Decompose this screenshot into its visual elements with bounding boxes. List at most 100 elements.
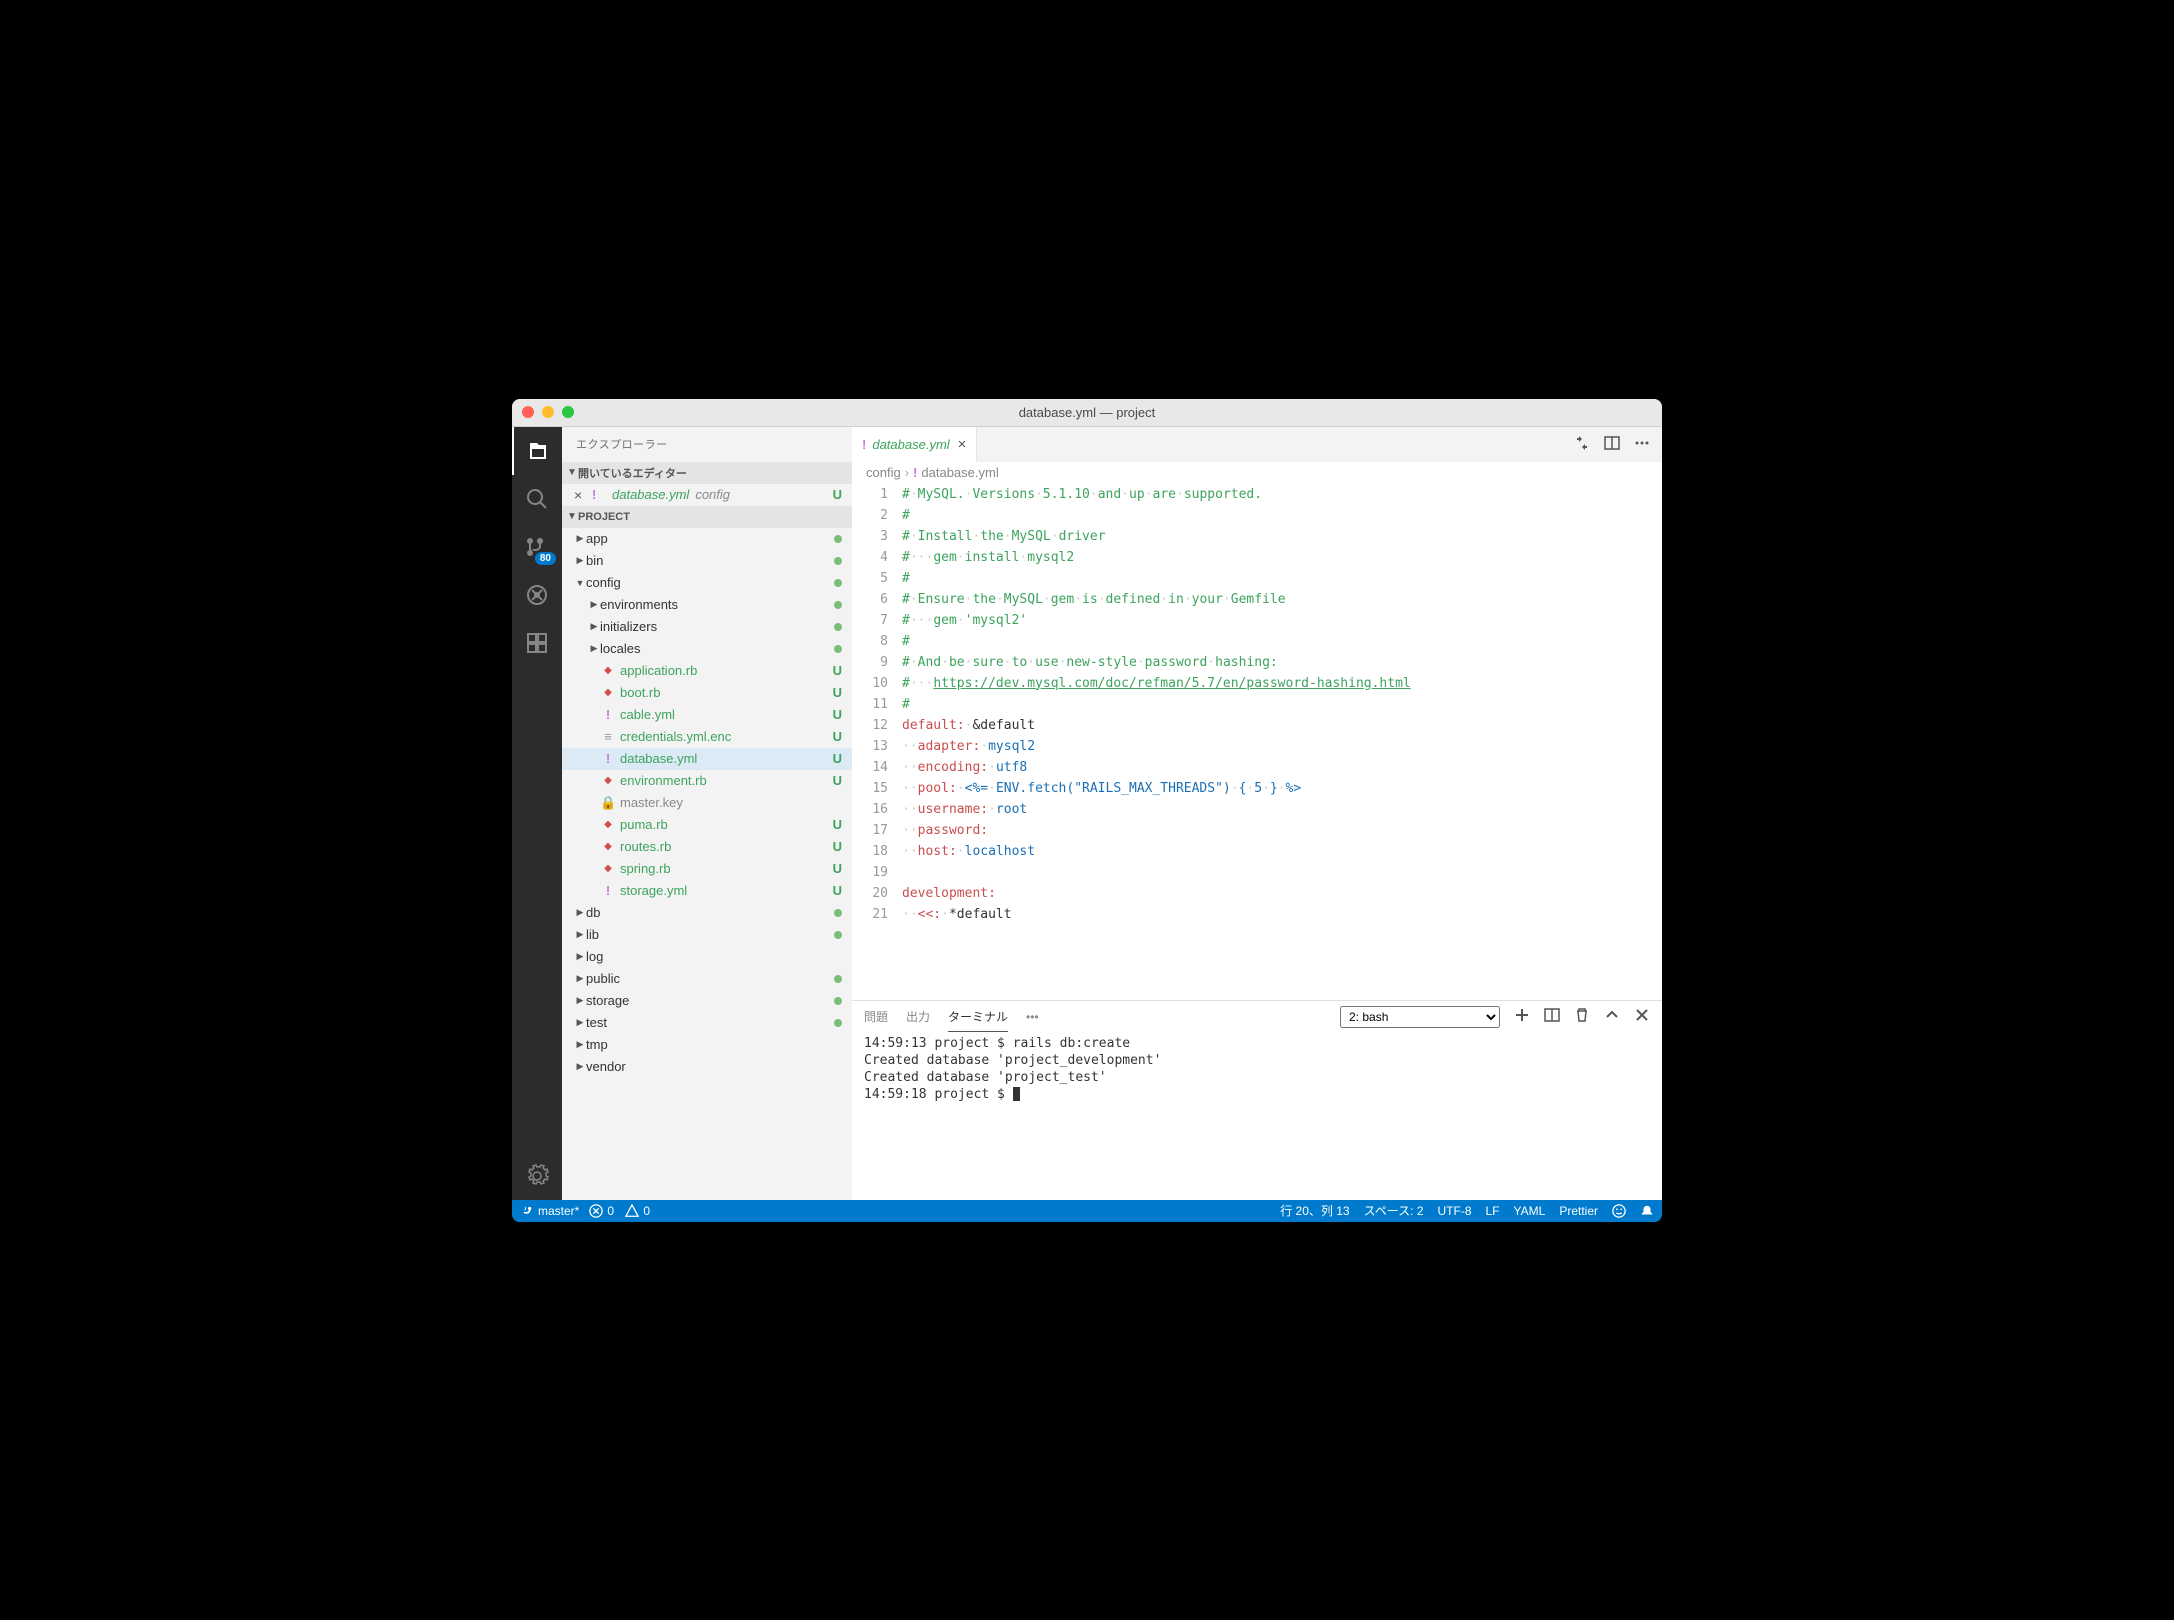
file-tree: ▶app ▶bin ▼config ▶environments ▶initial… (562, 528, 852, 1200)
maximize-panel-icon[interactable] (1604, 1007, 1620, 1026)
gutter: 123456789101112131415161718192021 (852, 484, 902, 1000)
folder-tmp[interactable]: ▶tmp (562, 1034, 852, 1056)
git-status: U (833, 817, 842, 832)
close-panel-icon[interactable] (1634, 1007, 1650, 1026)
file-boot-rb[interactable]: ◆boot.rbU (562, 682, 852, 704)
close-window[interactable] (522, 406, 534, 418)
cursor-position[interactable]: 行 20、列 13 (1280, 1202, 1349, 1219)
code-area[interactable]: #·MySQL.·Versions·5.1.10·and·up·are·supp… (902, 484, 1662, 1000)
git-dot (834, 579, 842, 587)
more-icon[interactable] (1634, 435, 1650, 454)
git-status: U (833, 663, 842, 678)
ruby-file-icon: ◆ (600, 665, 616, 676)
breadcrumb[interactable]: config › ! database.yml (852, 462, 1662, 484)
tab-database-yml[interactable]: ! database.yml × (852, 427, 977, 462)
file-environment-rb[interactable]: ◆environment.rbU (562, 770, 852, 792)
debug-icon[interactable] (512, 571, 562, 619)
git-status: U (833, 487, 842, 502)
file-puma-rb[interactable]: ◆puma.rbU (562, 814, 852, 836)
new-terminal-icon[interactable] (1514, 1007, 1530, 1026)
folder-locales[interactable]: ▶locales (562, 638, 852, 660)
compare-icon[interactable] (1574, 435, 1590, 454)
tab-label: database.yml (872, 437, 949, 452)
folder-public[interactable]: ▶public (562, 968, 852, 990)
project-header[interactable]: ▼PROJECT (562, 506, 852, 528)
git-dot (834, 975, 842, 983)
search-icon[interactable] (512, 475, 562, 523)
breadcrumb-file: database.yml (921, 465, 998, 480)
git-status: U (833, 751, 842, 766)
editor[interactable]: 123456789101112131415161718192021 #·MySQ… (852, 484, 1662, 1000)
file-master-key[interactable]: 🔒master.key (562, 792, 852, 814)
git-status: U (833, 773, 842, 788)
git-status: U (833, 729, 842, 744)
tab-actions (1574, 427, 1662, 462)
folder-bin[interactable]: ▶bin (562, 550, 852, 572)
problems-status[interactable]: 0 0 (589, 1204, 650, 1218)
folder-lib[interactable]: ▶lib (562, 924, 852, 946)
feedback-icon[interactable] (1612, 1204, 1626, 1218)
language-mode[interactable]: YAML (1514, 1204, 1546, 1218)
folder-storage[interactable]: ▶storage (562, 990, 852, 1012)
close-tab-icon[interactable]: × (958, 436, 967, 453)
open-editor-item[interactable]: × ! database.yml config U (562, 484, 852, 506)
folder-db[interactable]: ▶db (562, 902, 852, 924)
maximize-window[interactable] (562, 406, 574, 418)
source-control-icon[interactable]: 80 (512, 523, 562, 571)
git-dot (834, 601, 842, 609)
git-status: U (833, 707, 842, 722)
git-dot (834, 1019, 842, 1027)
file-spring-rb[interactable]: ◆spring.rbU (562, 858, 852, 880)
tab-problems[interactable]: 問題 (864, 1002, 888, 1031)
git-dot (834, 623, 842, 631)
close-icon[interactable]: × (574, 487, 592, 503)
folder-test[interactable]: ▶test (562, 1012, 852, 1034)
open-editor-path: config (695, 487, 730, 502)
eol[interactable]: LF (1486, 1204, 1500, 1218)
folder-vendor[interactable]: ▶vendor (562, 1056, 852, 1078)
folder-app[interactable]: ▶app (562, 528, 852, 550)
folder-environments[interactable]: ▶environments (562, 594, 852, 616)
yaml-file-icon: ! (600, 707, 616, 722)
activity-bar: 80 (512, 427, 562, 1200)
terminal-content[interactable]: 14:59:13 project $ rails db:create Creat… (852, 1033, 1662, 1200)
git-dot (834, 535, 842, 543)
git-branch[interactable]: master* (520, 1204, 579, 1218)
tab-output[interactable]: 出力 (906, 1002, 930, 1031)
git-status: U (833, 685, 842, 700)
file-credentials[interactable]: ≡credentials.yml.encU (562, 726, 852, 748)
file-database-yml[interactable]: !database.ymlU (562, 748, 852, 770)
split-editor-icon[interactable] (1604, 435, 1620, 454)
content: 80 エクスプローラー ▼開いているエディター × ! database.yml (512, 427, 1662, 1200)
main: ! database.yml × config › ! database.yml… (852, 427, 1662, 1200)
more-icon[interactable]: ••• (1026, 1004, 1039, 1030)
formatter[interactable]: Prettier (1559, 1204, 1598, 1218)
folder-initializers[interactable]: ▶initializers (562, 616, 852, 638)
split-terminal-icon[interactable] (1544, 1007, 1560, 1026)
ruby-file-icon: ◆ (600, 819, 616, 830)
open-editors-header[interactable]: ▼開いているエディター (562, 462, 852, 484)
ruby-file-icon: ◆ (600, 687, 616, 698)
ruby-file-icon: ◆ (600, 775, 616, 786)
tab-terminal[interactable]: ターミナル (948, 1002, 1008, 1032)
notifications-icon[interactable] (1640, 1204, 1654, 1218)
breadcrumb-folder: config (866, 465, 901, 480)
lock-icon: 🔒 (600, 795, 616, 811)
terminal-select[interactable]: 2: bash (1340, 1006, 1500, 1028)
settings-icon[interactable] (512, 1152, 562, 1200)
file-routes-rb[interactable]: ◆routes.rbU (562, 836, 852, 858)
file-storage-yml[interactable]: !storage.ymlU (562, 880, 852, 902)
git-dot (834, 557, 842, 565)
indentation[interactable]: スペース: 2 (1364, 1202, 1424, 1219)
explorer-icon[interactable] (512, 427, 562, 475)
extensions-icon[interactable] (512, 619, 562, 667)
folder-config[interactable]: ▼config (562, 572, 852, 594)
kill-terminal-icon[interactable] (1574, 1007, 1590, 1026)
file-application-rb[interactable]: ◆application.rbU (562, 660, 852, 682)
minimize-window[interactable] (542, 406, 554, 418)
yaml-file-icon: ! (913, 465, 917, 480)
encoding[interactable]: UTF-8 (1438, 1204, 1472, 1218)
folder-log[interactable]: ▶log (562, 946, 852, 968)
yaml-file-icon: ! (600, 751, 616, 766)
file-cable-yml[interactable]: !cable.ymlU (562, 704, 852, 726)
